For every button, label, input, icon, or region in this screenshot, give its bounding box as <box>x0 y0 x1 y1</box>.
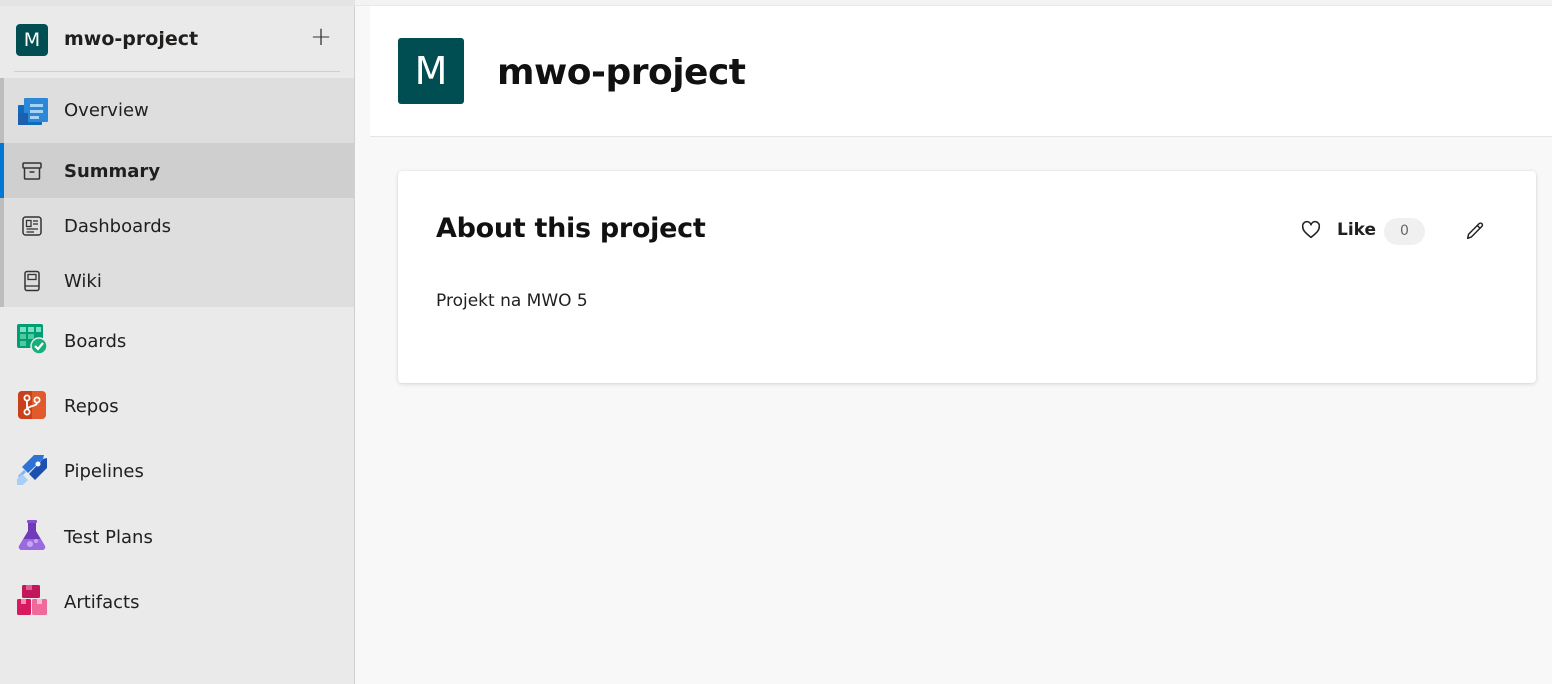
sidebar-item-label: Test Plans <box>64 527 153 548</box>
project-name[interactable]: mwo-project <box>64 28 198 50</box>
sidebar-item-label: Repos <box>64 396 119 417</box>
sidebar-item-label: Wiki <box>64 271 102 292</box>
project-header: M mwo-project <box>370 6 1552 137</box>
sidebar-item-dashboards[interactable]: Dashboards <box>0 198 354 253</box>
page-title: mwo-project <box>497 52 746 93</box>
sidebar-item-label: Overview <box>64 100 149 121</box>
selected-indicator <box>0 143 4 198</box>
about-project-card: About this project Like 0 Projekt na MWO… <box>398 171 1536 383</box>
sidebar-item-pipelines[interactable]: Pipelines <box>0 440 354 503</box>
artifacts-icon <box>17 585 47 615</box>
card-title: About this project <box>436 213 706 244</box>
boards-icon <box>17 324 48 355</box>
edit-icon[interactable] <box>1464 220 1486 242</box>
like-label: Like <box>1337 220 1377 240</box>
add-icon[interactable]: + <box>308 24 334 52</box>
sidebar-item-label: Dashboards <box>64 216 172 237</box>
sidebar-item-repos[interactable]: Repos <box>0 375 354 438</box>
sidebar-item-summary[interactable]: Summary <box>0 143 354 198</box>
sidebar: M mwo-project + Overview Summary Dashboa… <box>0 0 355 684</box>
like-count-badge: 0 <box>1384 218 1425 245</box>
project-selector[interactable]: M mwo-project + <box>0 6 354 72</box>
project-avatar-large: M <box>398 38 464 104</box>
test-plans-icon <box>18 520 46 550</box>
main-content: M mwo-project About this project Like 0 … <box>355 0 1552 684</box>
divider <box>14 71 340 72</box>
heart-icon <box>1301 220 1321 239</box>
wiki-icon <box>24 270 40 292</box>
sidebar-item-label: Artifacts <box>64 592 140 613</box>
summary-icon <box>22 162 42 180</box>
sidebar-item-boards[interactable]: Boards <box>0 310 354 373</box>
overview-icon <box>18 98 48 125</box>
sidebar-item-wiki[interactable]: Wiki <box>0 253 354 307</box>
sidebar-item-label: Boards <box>64 331 127 352</box>
pipelines-icon <box>17 455 47 485</box>
overview-nav-group: Overview Summary Dashboards Wiki <box>0 78 354 307</box>
project-avatar: M <box>16 24 48 56</box>
repos-icon <box>18 391 46 419</box>
sidebar-item-test-plans[interactable]: Test Plans <box>0 505 354 569</box>
sidebar-item-artifacts[interactable]: Artifacts <box>0 570 354 634</box>
project-description: Projekt na MWO 5 <box>436 291 588 311</box>
sidebar-item-overview[interactable]: Overview <box>0 78 354 142</box>
sidebar-item-label: Pipelines <box>64 461 144 482</box>
dashboards-icon <box>22 216 42 236</box>
sidebar-item-label: Summary <box>64 161 161 182</box>
